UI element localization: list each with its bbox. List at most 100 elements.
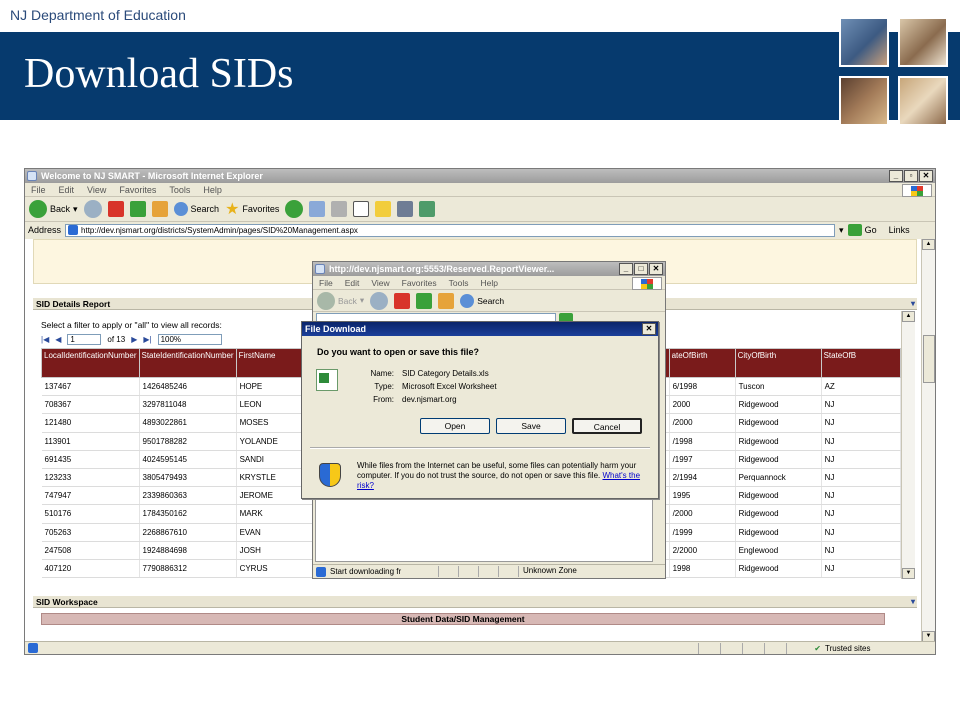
sid-workspace-header[interactable]: SID Workspace ▾ (33, 596, 917, 608)
home-icon[interactable] (151, 201, 168, 217)
page-scrollbar[interactable]: ▲ ▼ (921, 239, 935, 642)
last-page-icon[interactable]: ▶| (143, 335, 151, 344)
minimize-button[interactable]: _ (889, 170, 903, 182)
windows-logo-icon (632, 277, 662, 290)
photo-woman-reading (898, 76, 948, 126)
table-cell: 691435 (41, 450, 140, 469)
research-icon[interactable] (397, 201, 414, 217)
next-page-icon[interactable]: ▶ (131, 335, 137, 344)
menu-favorites[interactable]: Favorites (119, 185, 156, 195)
security-warning: While files from the Internet can be use… (357, 461, 647, 491)
table-cell: NJ (821, 559, 901, 578)
table-cell: /2000 (669, 413, 736, 433)
print-icon[interactable] (331, 201, 348, 217)
discuss-icon[interactable] (375, 201, 392, 217)
page-icon (68, 225, 79, 235)
first-page-icon[interactable]: |◀ (41, 335, 49, 344)
col-state-of-birth[interactable]: StateOfB (820, 348, 901, 378)
messenger-icon[interactable] (419, 201, 436, 217)
zone-text: Trusted sites (825, 643, 871, 653)
favorites-button[interactable]: ★ Favorites (225, 199, 279, 219)
menu-help[interactable]: Help (203, 185, 222, 195)
mail-icon[interactable] (309, 201, 326, 217)
search-button[interactable]: Search (460, 293, 504, 308)
back-button[interactable]: Back ▾ (317, 291, 364, 310)
popup-toolbar: Back ▾ Search (313, 290, 665, 312)
menu-view[interactable]: View (87, 185, 106, 195)
scroll-up-icon[interactable]: ▲ (902, 311, 915, 322)
menu-file[interactable]: File (319, 278, 333, 288)
address-bar: Address http://dev.njsmart.org/districts… (25, 222, 935, 238)
restore-button[interactable]: ▫ (904, 170, 918, 182)
scroll-thumb[interactable] (923, 335, 935, 383)
ie-icon (27, 171, 37, 181)
excel-file-icon (316, 369, 338, 391)
table-cell: 7790886312 (139, 559, 237, 578)
table-cell: Ridgewood (735, 413, 822, 433)
stop-icon[interactable] (107, 201, 124, 217)
table-cell: 121480 (41, 413, 140, 433)
table-cell: NJ (821, 468, 901, 488)
file-name-row: Name: SID Category Details.xls (370, 369, 489, 378)
refresh-icon[interactable] (129, 201, 146, 217)
search-button[interactable]: Search (173, 202, 220, 216)
menu-tools[interactable]: Tools (449, 278, 469, 288)
page-input[interactable]: 1 (67, 334, 102, 345)
scroll-up-icon[interactable]: ▲ (922, 239, 935, 250)
stop-icon[interactable] (394, 292, 411, 309)
go-button[interactable]: Go (847, 224, 877, 236)
links-button[interactable]: Links (889, 225, 910, 235)
table-cell: Tuscon (735, 377, 822, 397)
table-cell: 4893022861 (139, 413, 237, 433)
favorites-label: Favorites (242, 204, 280, 214)
menu-file[interactable]: File (31, 185, 46, 195)
close-button[interactable]: ✕ (649, 263, 663, 275)
menu-edit[interactable]: Edit (345, 278, 360, 288)
close-button[interactable]: ✕ (919, 170, 933, 182)
menu-view[interactable]: View (371, 278, 389, 288)
table-cell: /1998 (669, 432, 736, 451)
file-from-row: From: dev.njsmart.org (373, 395, 457, 404)
table-cell: AZ (821, 377, 901, 397)
open-button[interactable]: Open (420, 418, 490, 434)
col-local-id[interactable]: LocalIdentificationNumber (41, 348, 140, 378)
history-icon[interactable] (285, 200, 304, 218)
minimize-button[interactable]: _ (619, 263, 633, 275)
back-button[interactable]: Back ▾ (29, 200, 78, 218)
maximize-button[interactable]: □ (634, 263, 648, 275)
col-date-of-birth[interactable]: ateOfBirth (668, 348, 736, 378)
col-city-of-birth[interactable]: CityOfBirth (734, 348, 822, 378)
table-cell: Englewood (735, 541, 822, 560)
table-cell: Ridgewood (735, 432, 822, 451)
report-scrollbar[interactable]: ▲ ▼ (901, 311, 915, 579)
menu-tools[interactable]: Tools (169, 185, 190, 195)
address-value: http://dev.njsmart.org/districts/SystemA… (81, 225, 358, 235)
prev-page-icon[interactable]: ◀ (55, 335, 61, 344)
address-input[interactable]: http://dev.njsmart.org/districts/SystemA… (65, 223, 836, 237)
home-icon[interactable] (438, 292, 455, 309)
cancel-button[interactable]: Cancel (572, 418, 642, 434)
forward-button[interactable] (83, 200, 102, 218)
table-cell: Ridgewood (735, 486, 822, 506)
table-cell: /1999 (669, 523, 736, 542)
windows-logo-icon (902, 184, 932, 197)
back-arrow-icon (29, 200, 47, 218)
scroll-down-icon[interactable]: ▼ (902, 568, 915, 579)
zoom-select[interactable]: 100% (157, 334, 222, 345)
menu-help[interactable]: Help (480, 278, 497, 288)
table-cell: Ridgewood (735, 395, 822, 415)
menu-edit[interactable]: Edit (59, 185, 75, 195)
refresh-icon[interactable] (416, 292, 433, 309)
page-status-icon (28, 643, 38, 653)
save-button[interactable]: Save (496, 418, 566, 434)
edit-icon[interactable] (353, 201, 370, 217)
forward-button[interactable] (370, 291, 389, 310)
table-cell: 747947 (41, 486, 140, 506)
col-state-id[interactable]: StateIdentificationNumber (138, 348, 237, 378)
search-label: Search (190, 204, 220, 214)
menu-favorites[interactable]: Favorites (402, 278, 437, 288)
browser-menubar: File Edit View Favorites Tools Help (25, 183, 935, 197)
close-button[interactable]: ✕ (642, 323, 656, 335)
popup-status-text: Start downloading fr (330, 567, 402, 576)
address-dropdown[interactable]: ▾ (839, 225, 844, 236)
